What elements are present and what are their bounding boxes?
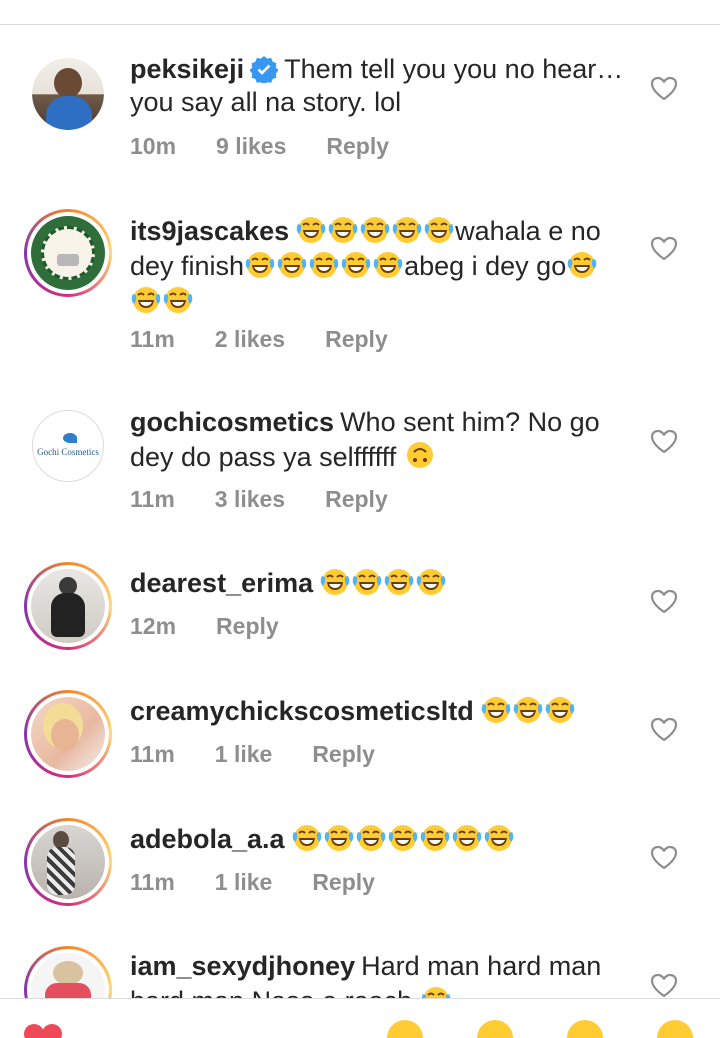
laughing-emoji <box>420 983 452 998</box>
bottom-divider <box>0 998 720 999</box>
laughing-emoji-icon[interactable] <box>475 1018 515 1038</box>
laughing-emoji-icon[interactable] <box>565 1018 605 1038</box>
comment-7: iam_sexydjhoneyHard man hard man hard ma… <box>0 0 720 998</box>
comment-text: iam_sexydjhoneyHard man hard man hard ma… <box>130 950 635 998</box>
heart-outline-icon[interactable] <box>650 972 678 998</box>
laughing-emoji-icon[interactable] <box>655 1018 695 1038</box>
emoji-quick-bar[interactable] <box>0 1012 720 1038</box>
username[interactable]: iam_sexydjhoney <box>130 951 355 981</box>
heart-emoji-icon[interactable] <box>22 1018 70 1038</box>
laughing-emoji-icon[interactable] <box>385 1018 425 1038</box>
avatar[interactable] <box>24 946 112 998</box>
